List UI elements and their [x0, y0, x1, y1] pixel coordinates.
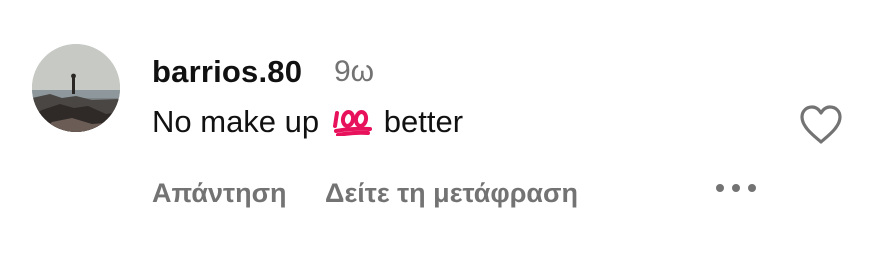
comment-item: barrios.80 9ω No make up better Απάντηση…: [0, 0, 880, 257]
comment-text-start: No make up: [152, 104, 320, 139]
heart-outline-icon[interactable]: [798, 103, 844, 145]
comment-actions: Απάντηση Δείτε τη μετάφραση: [152, 178, 610, 209]
comment-text-end: better: [383, 104, 464, 139]
reply-button[interactable]: Απάντηση: [152, 178, 287, 208]
hundred-points-icon: [332, 104, 376, 137]
ellipsis-icon[interactable]: [714, 176, 758, 200]
avatar[interactable]: [32, 44, 120, 132]
comment-timestamp: 9ω: [334, 55, 375, 88]
username[interactable]: barrios.80: [152, 54, 302, 90]
avatar-photo-icon: [32, 44, 120, 132]
comment-text: No make up better: [152, 104, 463, 140]
see-translation-button[interactable]: Δείτε τη μετάφραση: [325, 178, 578, 208]
